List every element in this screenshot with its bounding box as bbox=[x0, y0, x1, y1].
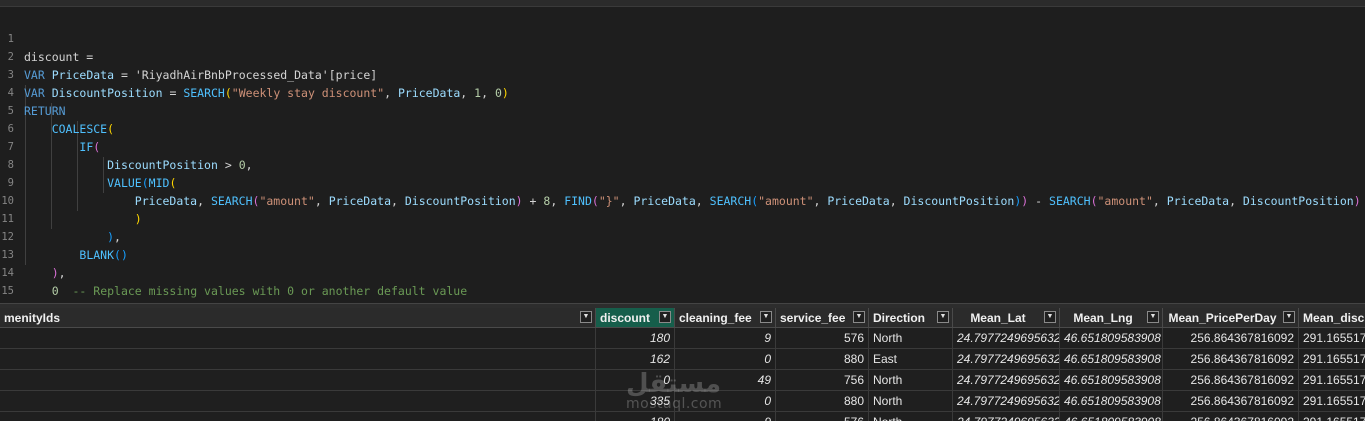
cell-mean-priceperday[interactable]: 256.864367816092 bbox=[1163, 328, 1299, 349]
cell-mean-discount[interactable]: 291.165517 bbox=[1299, 391, 1365, 412]
cell-amenityids[interactable] bbox=[0, 412, 596, 421]
cell-mean-priceperday[interactable]: 256.864367816092 bbox=[1163, 391, 1299, 412]
column-header-mean-discount[interactable]: Mean_discu bbox=[1299, 308, 1365, 328]
column-header-direction[interactable]: Direction ▼ bbox=[869, 308, 953, 328]
cell-service-fee[interactable]: 880 bbox=[776, 349, 869, 370]
cell-mean-discount[interactable]: 291.165517 bbox=[1299, 349, 1365, 370]
editor-top-bar bbox=[0, 0, 1365, 7]
chevron-down-icon[interactable]: ▼ bbox=[937, 311, 949, 323]
cell-service-fee[interactable]: 576 bbox=[776, 328, 869, 349]
cell-cleaning-fee[interactable]: 49 bbox=[675, 370, 776, 391]
cell-direction[interactable]: North bbox=[869, 412, 953, 421]
column-header-label: cleaning_fee bbox=[679, 311, 752, 325]
chevron-down-icon[interactable]: ▼ bbox=[659, 311, 671, 323]
code-line: 2 VAR PriceData = 'RiyadhAirBnbProcessed… bbox=[0, 30, 1365, 82]
cell-amenityids[interactable] bbox=[0, 370, 596, 391]
code-line: 3 VAR DiscountPosition = SEARCH("Weekly … bbox=[0, 48, 1365, 100]
column-header-cleaning-fee[interactable]: cleaning_fee ▼ bbox=[675, 308, 776, 328]
code-line: 5 COALESCE( bbox=[0, 84, 1365, 136]
code-line: 10 ) bbox=[0, 174, 1365, 226]
chevron-down-icon[interactable]: ▼ bbox=[580, 311, 592, 323]
cell-direction[interactable]: North bbox=[869, 328, 953, 349]
column-header-label: Direction bbox=[873, 311, 926, 325]
cell-discount[interactable]: 180 bbox=[596, 328, 675, 349]
cell-mean-lat[interactable]: 24.7977249695632 bbox=[953, 370, 1060, 391]
column-header-discount[interactable]: discount ▼ bbox=[596, 308, 675, 328]
column-header-label: service_fee bbox=[780, 311, 846, 325]
code-line: 9 PriceData, SEARCH("amount", PriceData,… bbox=[0, 156, 1365, 208]
code-line: 12 BLANK() bbox=[0, 210, 1365, 262]
cell-direction[interactable]: North bbox=[869, 370, 953, 391]
cell-cleaning-fee[interactable]: 9 bbox=[675, 412, 776, 421]
code-line: 14 0 -- Replace missing values with 0 or… bbox=[0, 246, 1365, 298]
code-line: 4 RETURN bbox=[0, 66, 1365, 118]
column-header-label: Mean_Lng bbox=[1073, 311, 1133, 325]
cell-mean-priceperday[interactable]: 256.864367816092 bbox=[1163, 412, 1299, 421]
column-header-label: Mean_Lat bbox=[970, 311, 1026, 325]
code-line: 8 VALUE(MID( bbox=[0, 138, 1365, 190]
cell-mean-lng[interactable]: 46.651809583908 bbox=[1060, 412, 1163, 421]
cell-mean-lat[interactable]: 24.7977249695632 bbox=[953, 391, 1060, 412]
cell-amenityids[interactable] bbox=[0, 349, 596, 370]
chevron-down-icon[interactable]: ▼ bbox=[1044, 311, 1056, 323]
code-line: 6 IF( bbox=[0, 102, 1365, 154]
cell-mean-lng[interactable]: 46.651809583908 bbox=[1060, 349, 1163, 370]
column-header-label: menityIds bbox=[4, 311, 61, 325]
cell-mean-priceperday[interactable]: 256.864367816092 bbox=[1163, 349, 1299, 370]
chevron-down-icon[interactable]: ▼ bbox=[1147, 311, 1159, 323]
code-line: 7 DiscountPosition > 0, bbox=[0, 120, 1365, 172]
code-line: 16 bbox=[0, 282, 1365, 300]
column-header-mean-lng[interactable]: Mean_Lng ▼ bbox=[1060, 308, 1163, 328]
cell-mean-discount[interactable]: 291.165517 bbox=[1299, 328, 1365, 349]
cell-mean-discount[interactable]: 291.165517 bbox=[1299, 412, 1365, 421]
cell-discount[interactable]: 335 bbox=[596, 391, 675, 412]
code-line: 15 ) bbox=[0, 264, 1365, 303]
cell-mean-lng[interactable]: 46.651809583908 bbox=[1060, 391, 1163, 412]
cell-amenityids[interactable] bbox=[0, 328, 596, 349]
cell-amenityids[interactable] bbox=[0, 391, 596, 412]
cell-discount[interactable]: 180 bbox=[596, 412, 675, 421]
code-line: 11 ), bbox=[0, 192, 1365, 244]
cell-direction[interactable]: North bbox=[869, 391, 953, 412]
cell-service-fee[interactable]: 756 bbox=[776, 370, 869, 391]
column-header-amenityids[interactable]: menityIds ▼ bbox=[0, 308, 596, 328]
chevron-down-icon[interactable]: ▼ bbox=[853, 311, 865, 323]
cell-discount[interactable]: 162 bbox=[596, 349, 675, 370]
cell-cleaning-fee[interactable]: 0 bbox=[675, 391, 776, 412]
column-header-label: Mean_PricePerDay bbox=[1168, 311, 1277, 325]
cell-mean-discount[interactable]: 291.165517 bbox=[1299, 370, 1365, 391]
column-header-mean-priceperday[interactable]: Mean_PricePerDay ▼ bbox=[1163, 308, 1299, 328]
cell-mean-lng[interactable]: 46.651809583908 bbox=[1060, 328, 1163, 349]
column-header-mean-lat[interactable]: Mean_Lat ▼ bbox=[953, 308, 1060, 328]
cell-discount[interactable]: 0 bbox=[596, 370, 675, 391]
data-table: menityIds ▼ discount ▼ cleaning_fee ▼ se… bbox=[0, 308, 1365, 421]
column-header-label: Mean_discu bbox=[1303, 311, 1365, 325]
cell-cleaning-fee[interactable]: 0 bbox=[675, 349, 776, 370]
cell-mean-priceperday[interactable]: 256.864367816092 bbox=[1163, 370, 1299, 391]
column-header-service-fee[interactable]: service_fee ▼ bbox=[776, 308, 869, 328]
chevron-down-icon[interactable]: ▼ bbox=[760, 311, 772, 323]
cell-service-fee[interactable]: 880 bbox=[776, 391, 869, 412]
code-line: 13 ), bbox=[0, 228, 1365, 280]
dax-formula-editor[interactable]: 1 discount = 2 VAR PriceData = 'RiyadhAi… bbox=[0, 0, 1365, 303]
column-header-label: discount bbox=[600, 311, 650, 325]
cell-service-fee[interactable]: 576 bbox=[776, 412, 869, 421]
cell-direction[interactable]: East bbox=[869, 349, 953, 370]
chevron-down-icon[interactable]: ▼ bbox=[1283, 311, 1295, 323]
cell-mean-lat[interactable]: 24.7977249695632 bbox=[953, 412, 1060, 421]
code-line: 1 discount = bbox=[0, 12, 1365, 64]
cell-cleaning-fee[interactable]: 9 bbox=[675, 328, 776, 349]
cell-mean-lat[interactable]: 24.7977249695632 bbox=[953, 328, 1060, 349]
cell-mean-lat[interactable]: 24.7977249695632 bbox=[953, 349, 1060, 370]
cell-mean-lng[interactable]: 46.651809583908 bbox=[1060, 370, 1163, 391]
